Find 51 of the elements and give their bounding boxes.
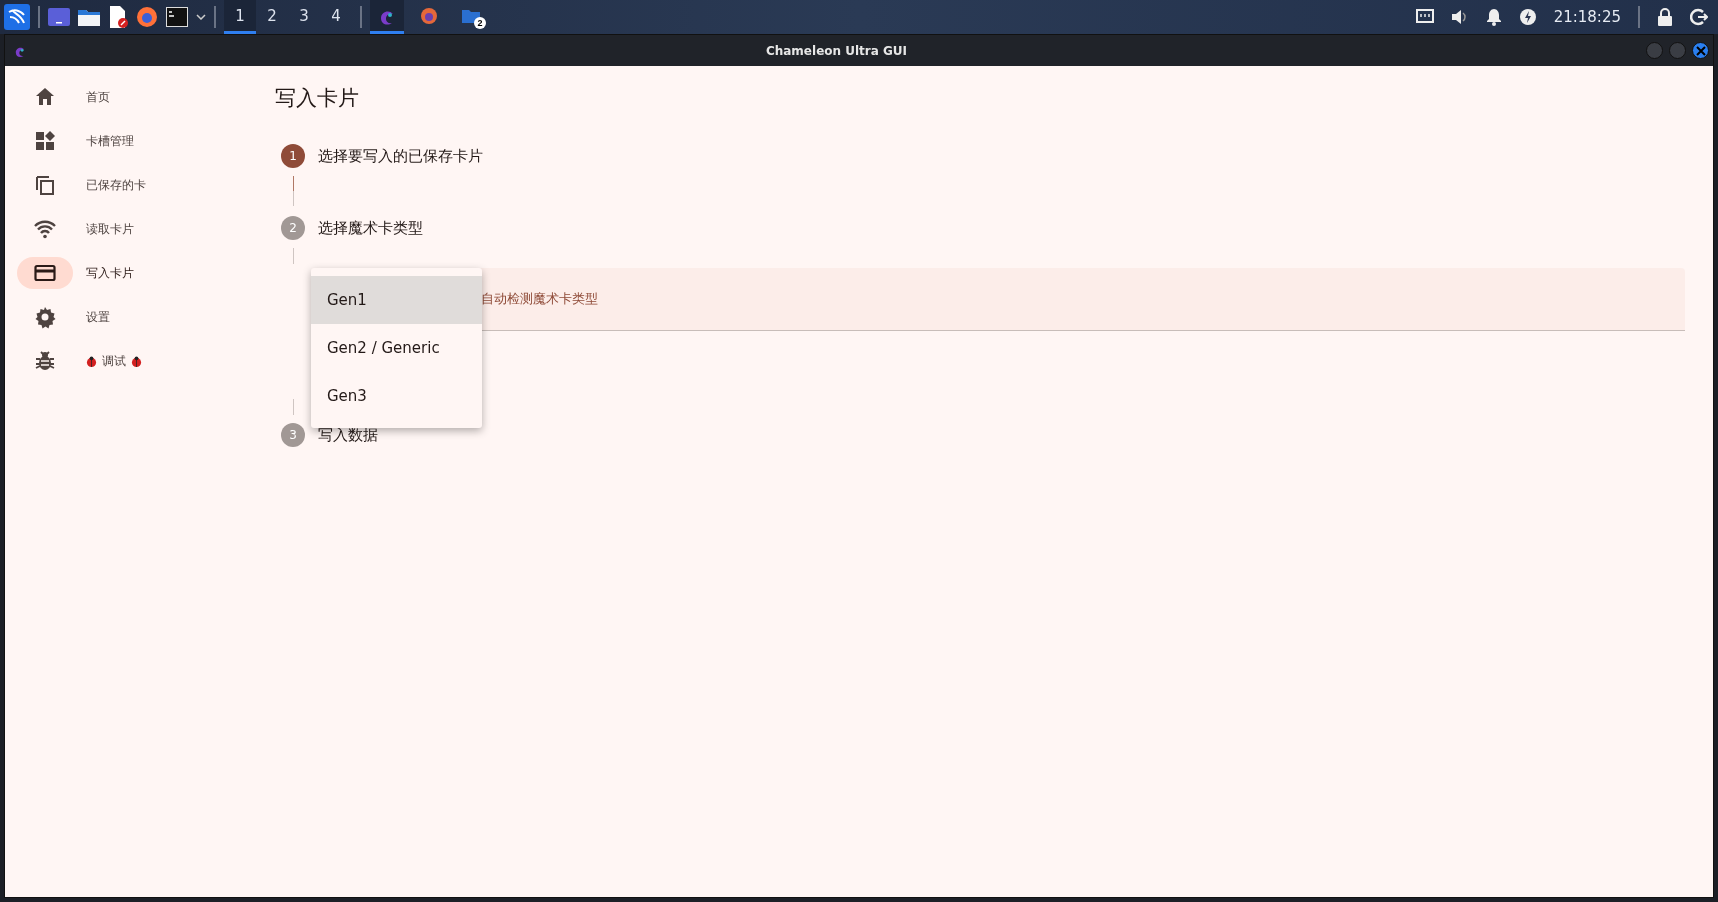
document-icon[interactable]: [108, 6, 128, 28]
nav-label: 卡槽管理: [86, 132, 134, 150]
nav-item[interactable]: 首页: [5, 75, 255, 119]
close-button[interactable]: [1692, 42, 1709, 59]
dashboard-icon: [33, 129, 57, 153]
step-label: 选择魔术卡类型: [318, 218, 423, 238]
close-icon: [1695, 45, 1706, 56]
copy-icon: [33, 173, 57, 197]
step-number: 3: [281, 423, 305, 447]
task-button[interactable]: 2: [454, 0, 488, 34]
bug-icon: [33, 349, 57, 373]
step-number: 1: [281, 144, 305, 168]
page-title: 写入卡片: [275, 85, 360, 112]
bell-icon[interactable]: [1485, 8, 1502, 26]
nav-label: 设置: [86, 308, 110, 326]
task-button[interactable]: [370, 0, 404, 34]
folder-icon[interactable]: [78, 8, 100, 26]
menu-option[interactable]: Gen3: [311, 372, 482, 420]
workspace-button[interactable]: 4: [320, 0, 352, 34]
step-number: 2: [281, 216, 305, 240]
logout-icon[interactable]: [1690, 8, 1708, 26]
nav-item[interactable]: 卡槽管理: [5, 119, 255, 163]
step-label: 写入数据: [318, 425, 378, 445]
window-title: Chameleon Ultra GUI: [764, 43, 909, 58]
nav-label: 调试: [102, 352, 126, 370]
nav-item[interactable]: 设置: [5, 295, 255, 339]
nav-label: 读取卡片: [86, 220, 134, 238]
nav-item[interactable]: 写入卡片: [5, 251, 255, 295]
nav-label: 写入卡片: [86, 264, 134, 282]
chevron-down-icon[interactable]: [196, 14, 206, 20]
terminal-icon[interactable]: [166, 7, 188, 27]
lock-icon[interactable]: [1657, 8, 1673, 26]
nav-item[interactable]: 已保存的卡: [5, 163, 255, 207]
clock-text[interactable]: 21:18:25: [1553, 8, 1621, 26]
nav-label: 首页: [86, 88, 110, 106]
workspace-button[interactable]: 3: [288, 0, 320, 34]
nav-item[interactable]: 读取卡片: [5, 207, 255, 251]
step-label: 选择要写入的已保存卡片: [318, 146, 483, 166]
menu-option[interactable]: Gen1: [311, 276, 482, 324]
nav-label: 已保存的卡: [86, 176, 146, 194]
desktop-icon[interactable]: [48, 8, 70, 26]
network-icon[interactable]: [1415, 9, 1434, 25]
volume-icon[interactable]: [1450, 8, 1469, 26]
power-bolt-icon[interactable]: [1518, 8, 1537, 26]
workspace-button[interactable]: 2: [256, 0, 288, 34]
settings-icon: [33, 305, 57, 329]
count-badge: 2: [474, 17, 486, 29]
workspace-button[interactable]: 1: [224, 0, 256, 34]
firefox-icon: [419, 5, 439, 26]
nav-item[interactable]: 调试: [5, 339, 255, 383]
firefox-icon[interactable]: [136, 6, 158, 28]
